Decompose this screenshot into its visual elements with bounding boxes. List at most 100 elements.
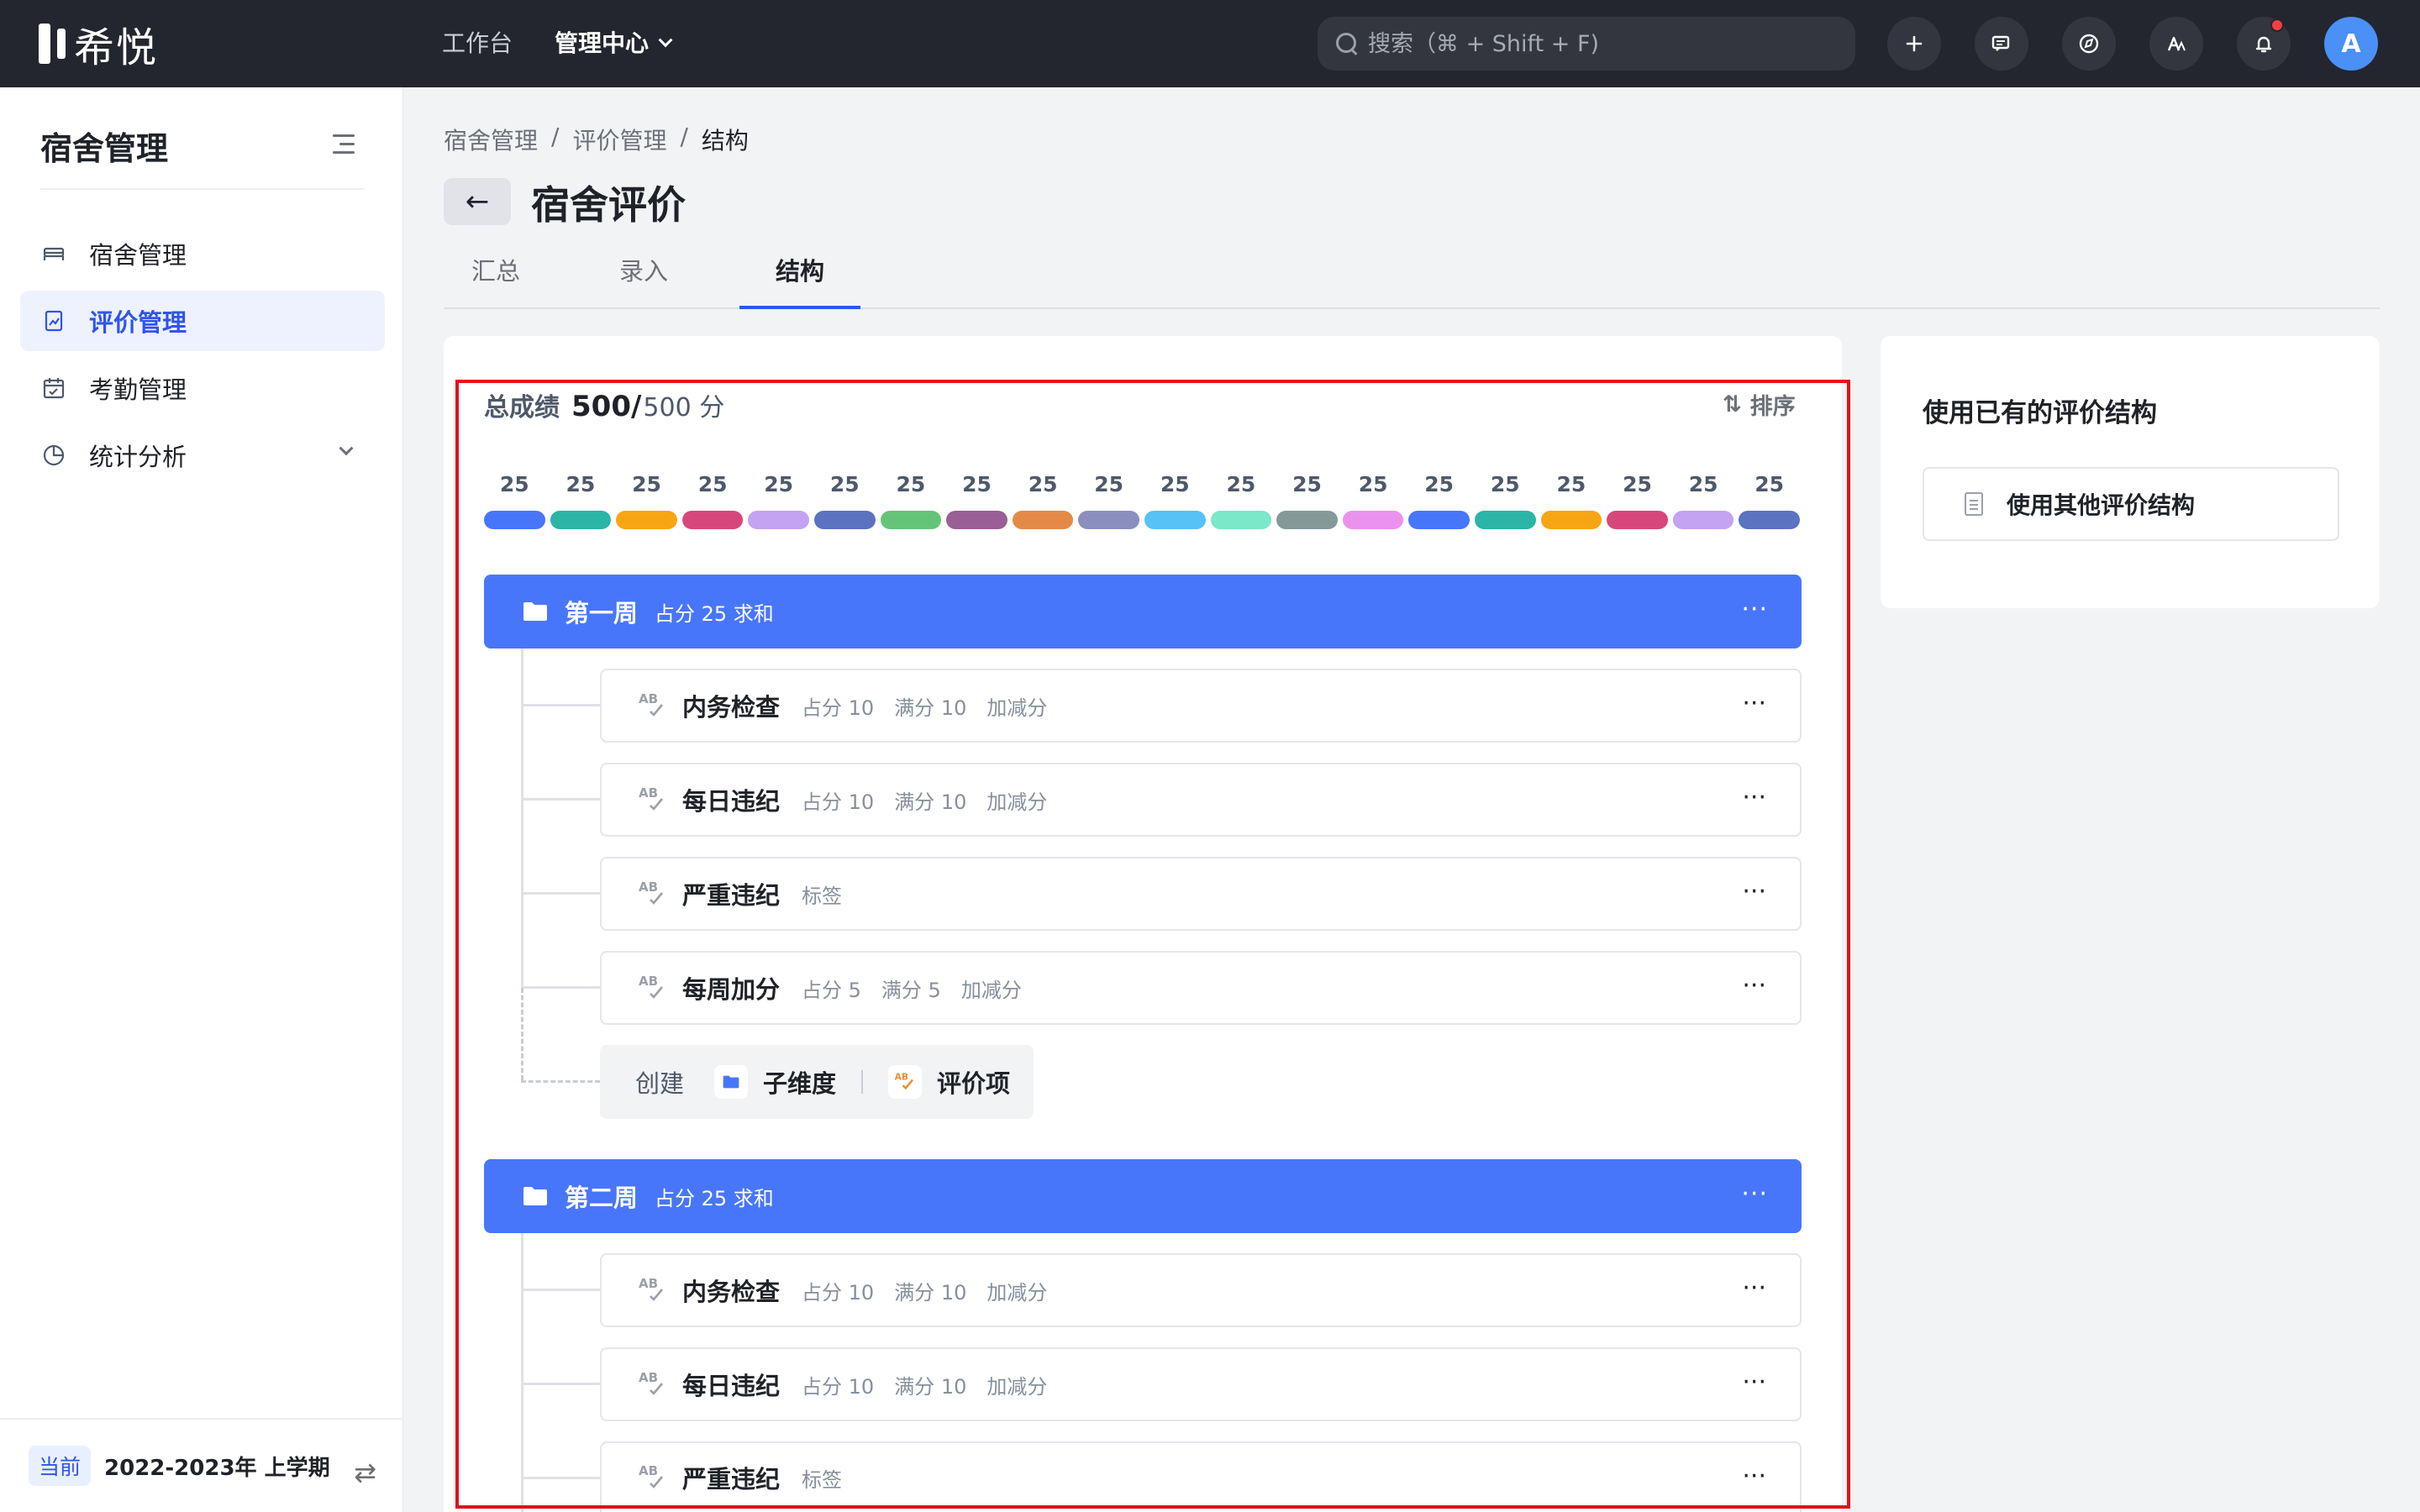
- chevron-down-icon: [658, 33, 673, 48]
- item-full-score: 满分 10: [894, 1280, 967, 1305]
- item-name: 每周加分: [682, 975, 781, 1004]
- score-segment-value: 25: [1490, 472, 1520, 496]
- item-name: 严重违纪: [682, 881, 781, 910]
- bed-icon: [40, 240, 67, 267]
- ab-check-icon: AB: [888, 1065, 923, 1099]
- ab-check-icon: AB: [639, 879, 667, 908]
- messages-button[interactable]: [1975, 17, 2028, 71]
- more-icon[interactable]: ···: [1742, 877, 1766, 906]
- folder-icon: [523, 1187, 547, 1205]
- breadcrumb-item[interactable]: 宿舍管理: [444, 123, 538, 156]
- app-center-button[interactable]: [2062, 17, 2116, 71]
- nav-management-center[interactable]: 管理中心: [555, 25, 673, 62]
- breadcrumb-current: 结构: [701, 127, 749, 155]
- tab-summary[interactable]: 汇总: [462, 249, 529, 309]
- sidebar-menu: 宿舍管理 评价管理 考勤管理 统计分析: [20, 223, 385, 492]
- sidebar-item-label: 考勤管理: [89, 375, 187, 404]
- nav-workbench[interactable]: 工作台: [442, 25, 513, 62]
- evaluation-item-row[interactable]: AB 每日违纪 占分 10 满分 10 加减分 ···: [600, 763, 1802, 837]
- score-segment-value: 25: [1094, 472, 1124, 496]
- item-name: 严重违纪: [682, 1465, 781, 1494]
- score-segment-value: 25: [1358, 472, 1388, 496]
- ab-check-icon: AB: [639, 785, 667, 814]
- tab-entry[interactable]: 录入: [610, 249, 677, 309]
- sidebar-item-statistics[interactable]: 统计分析: [20, 425, 385, 486]
- pie-chart-icon: [40, 442, 67, 469]
- sidebar-item-dorm-management[interactable]: 宿舍管理: [20, 223, 385, 284]
- folder-icon: [523, 602, 547, 621]
- create-eval-item-button[interactable]: AB 评价项: [888, 1064, 1010, 1100]
- score-segment: 25: [484, 472, 545, 531]
- more-icon[interactable]: ···: [1742, 1368, 1766, 1397]
- dimension-meta: 占分 25 求和: [655, 601, 774, 626]
- item-full-score: 满分 10: [894, 790, 967, 814]
- evaluation-item-row[interactable]: AB 严重违纪 标签 ···: [600, 1441, 1802, 1512]
- app-logo[interactable]: 希悦: [39, 20, 158, 71]
- switch-icon[interactable]: ⇄: [354, 1457, 376, 1488]
- dimension-meta: 占分 25 求和: [655, 1186, 774, 1210]
- item-full-score: 满分 5: [881, 978, 941, 1002]
- tree-line: [521, 648, 523, 892]
- top-bar: 希悦 工作台 管理中心 A: [0, 0, 2420, 87]
- dimension-header[interactable]: 第二周 占分 25 求和 ···: [484, 1159, 1802, 1233]
- score-segment-value: 25: [632, 472, 661, 496]
- more-icon[interactable]: ···: [1741, 595, 1768, 624]
- notifications-button[interactable]: [2237, 17, 2291, 71]
- more-icon[interactable]: ···: [1742, 783, 1766, 812]
- back-button[interactable]: ←: [444, 178, 511, 225]
- language-button[interactable]: [2149, 17, 2203, 71]
- item-type: 加减分: [960, 978, 1022, 1002]
- sidebar-item-attendance-management[interactable]: 考勤管理: [20, 358, 385, 418]
- ab-check-icon: AB: [639, 1370, 667, 1399]
- score-segment: 25: [814, 472, 876, 531]
- breadcrumb-item[interactable]: 评价管理: [572, 123, 666, 156]
- score-segment-value: 25: [962, 472, 992, 496]
- evaluation-item-row[interactable]: AB 每周加分 占分 5 满分 5 加减分 ···: [600, 951, 1802, 1025]
- more-icon[interactable]: ···: [1742, 689, 1766, 718]
- score-segment: 25: [880, 472, 942, 531]
- score-segment-value: 25: [1292, 472, 1322, 496]
- use-other-structure-button[interactable]: 使用其他评价结构: [1923, 467, 2339, 541]
- current-term: 2022-2023年 上学期: [104, 1455, 330, 1481]
- more-icon[interactable]: ···: [1741, 1179, 1768, 1209]
- more-icon[interactable]: ···: [1742, 1273, 1766, 1303]
- score-segment-pill: [1739, 511, 1800, 529]
- add-button[interactable]: [1887, 17, 1941, 71]
- evaluation-item-row[interactable]: AB 内务检查 占分 10 满分 10 加减分 ···: [600, 1253, 1802, 1327]
- search-input[interactable]: [1368, 30, 1839, 57]
- global-search[interactable]: [1318, 17, 1855, 71]
- score-segment: 25: [1475, 472, 1536, 531]
- sidebar-item-label: 宿舍管理: [89, 241, 187, 270]
- score-segment-value: 25: [829, 472, 860, 496]
- compass-icon: [2079, 34, 2099, 54]
- logo-text: 希悦: [74, 24, 159, 71]
- score-segment-pill: [748, 511, 809, 529]
- evaluation-item-row[interactable]: AB 内务检查 占分 10 满分 10 加减分 ···: [600, 669, 1802, 743]
- score-segment-value: 25: [1688, 472, 1718, 496]
- create-sub-dimension-button[interactable]: 子维度: [714, 1064, 836, 1100]
- nav-management-center-label: 管理中心: [555, 29, 650, 57]
- user-avatar[interactable]: A: [2324, 17, 2378, 71]
- sidebar-item-evaluation-management[interactable]: 评价管理: [20, 291, 385, 351]
- dimension-header[interactable]: 第一周 占分 25 求和 ···: [484, 575, 1802, 648]
- term-switcher[interactable]: 当前 2022-2023年 上学期 ⇄: [0, 1418, 403, 1512]
- score-segment: 25: [1276, 472, 1338, 531]
- total-score-current: 500/: [571, 390, 642, 423]
- sort-button[interactable]: ⇅ 排序: [1723, 388, 1796, 421]
- score-segment: 25: [1672, 472, 1734, 531]
- score-segment-value: 25: [1424, 472, 1455, 496]
- tree-line: [521, 892, 523, 986]
- evaluation-item-row[interactable]: AB 每日违纪 占分 10 满分 10 加减分 ···: [600, 1347, 1802, 1421]
- more-icon[interactable]: ···: [1742, 971, 1766, 1000]
- create-bar: 创建 子维度 AB 评价项: [600, 1045, 1034, 1119]
- collapse-sidebar-icon[interactable]: [333, 134, 355, 155]
- tab-structure[interactable]: 结构: [739, 249, 860, 309]
- evaluation-item-row[interactable]: AB 严重违纪 标签 ···: [600, 857, 1802, 931]
- more-icon[interactable]: ···: [1742, 1462, 1766, 1491]
- plus-icon: [1906, 35, 1923, 52]
- score-segment-value: 25: [1226, 472, 1256, 496]
- ab-check-icon: AB: [639, 974, 667, 1002]
- score-segment: 25: [1607, 472, 1668, 531]
- tree-branch: [521, 1477, 600, 1479]
- breadcrumb: 宿舍管理 / 评价管理 / 结构: [444, 123, 749, 156]
